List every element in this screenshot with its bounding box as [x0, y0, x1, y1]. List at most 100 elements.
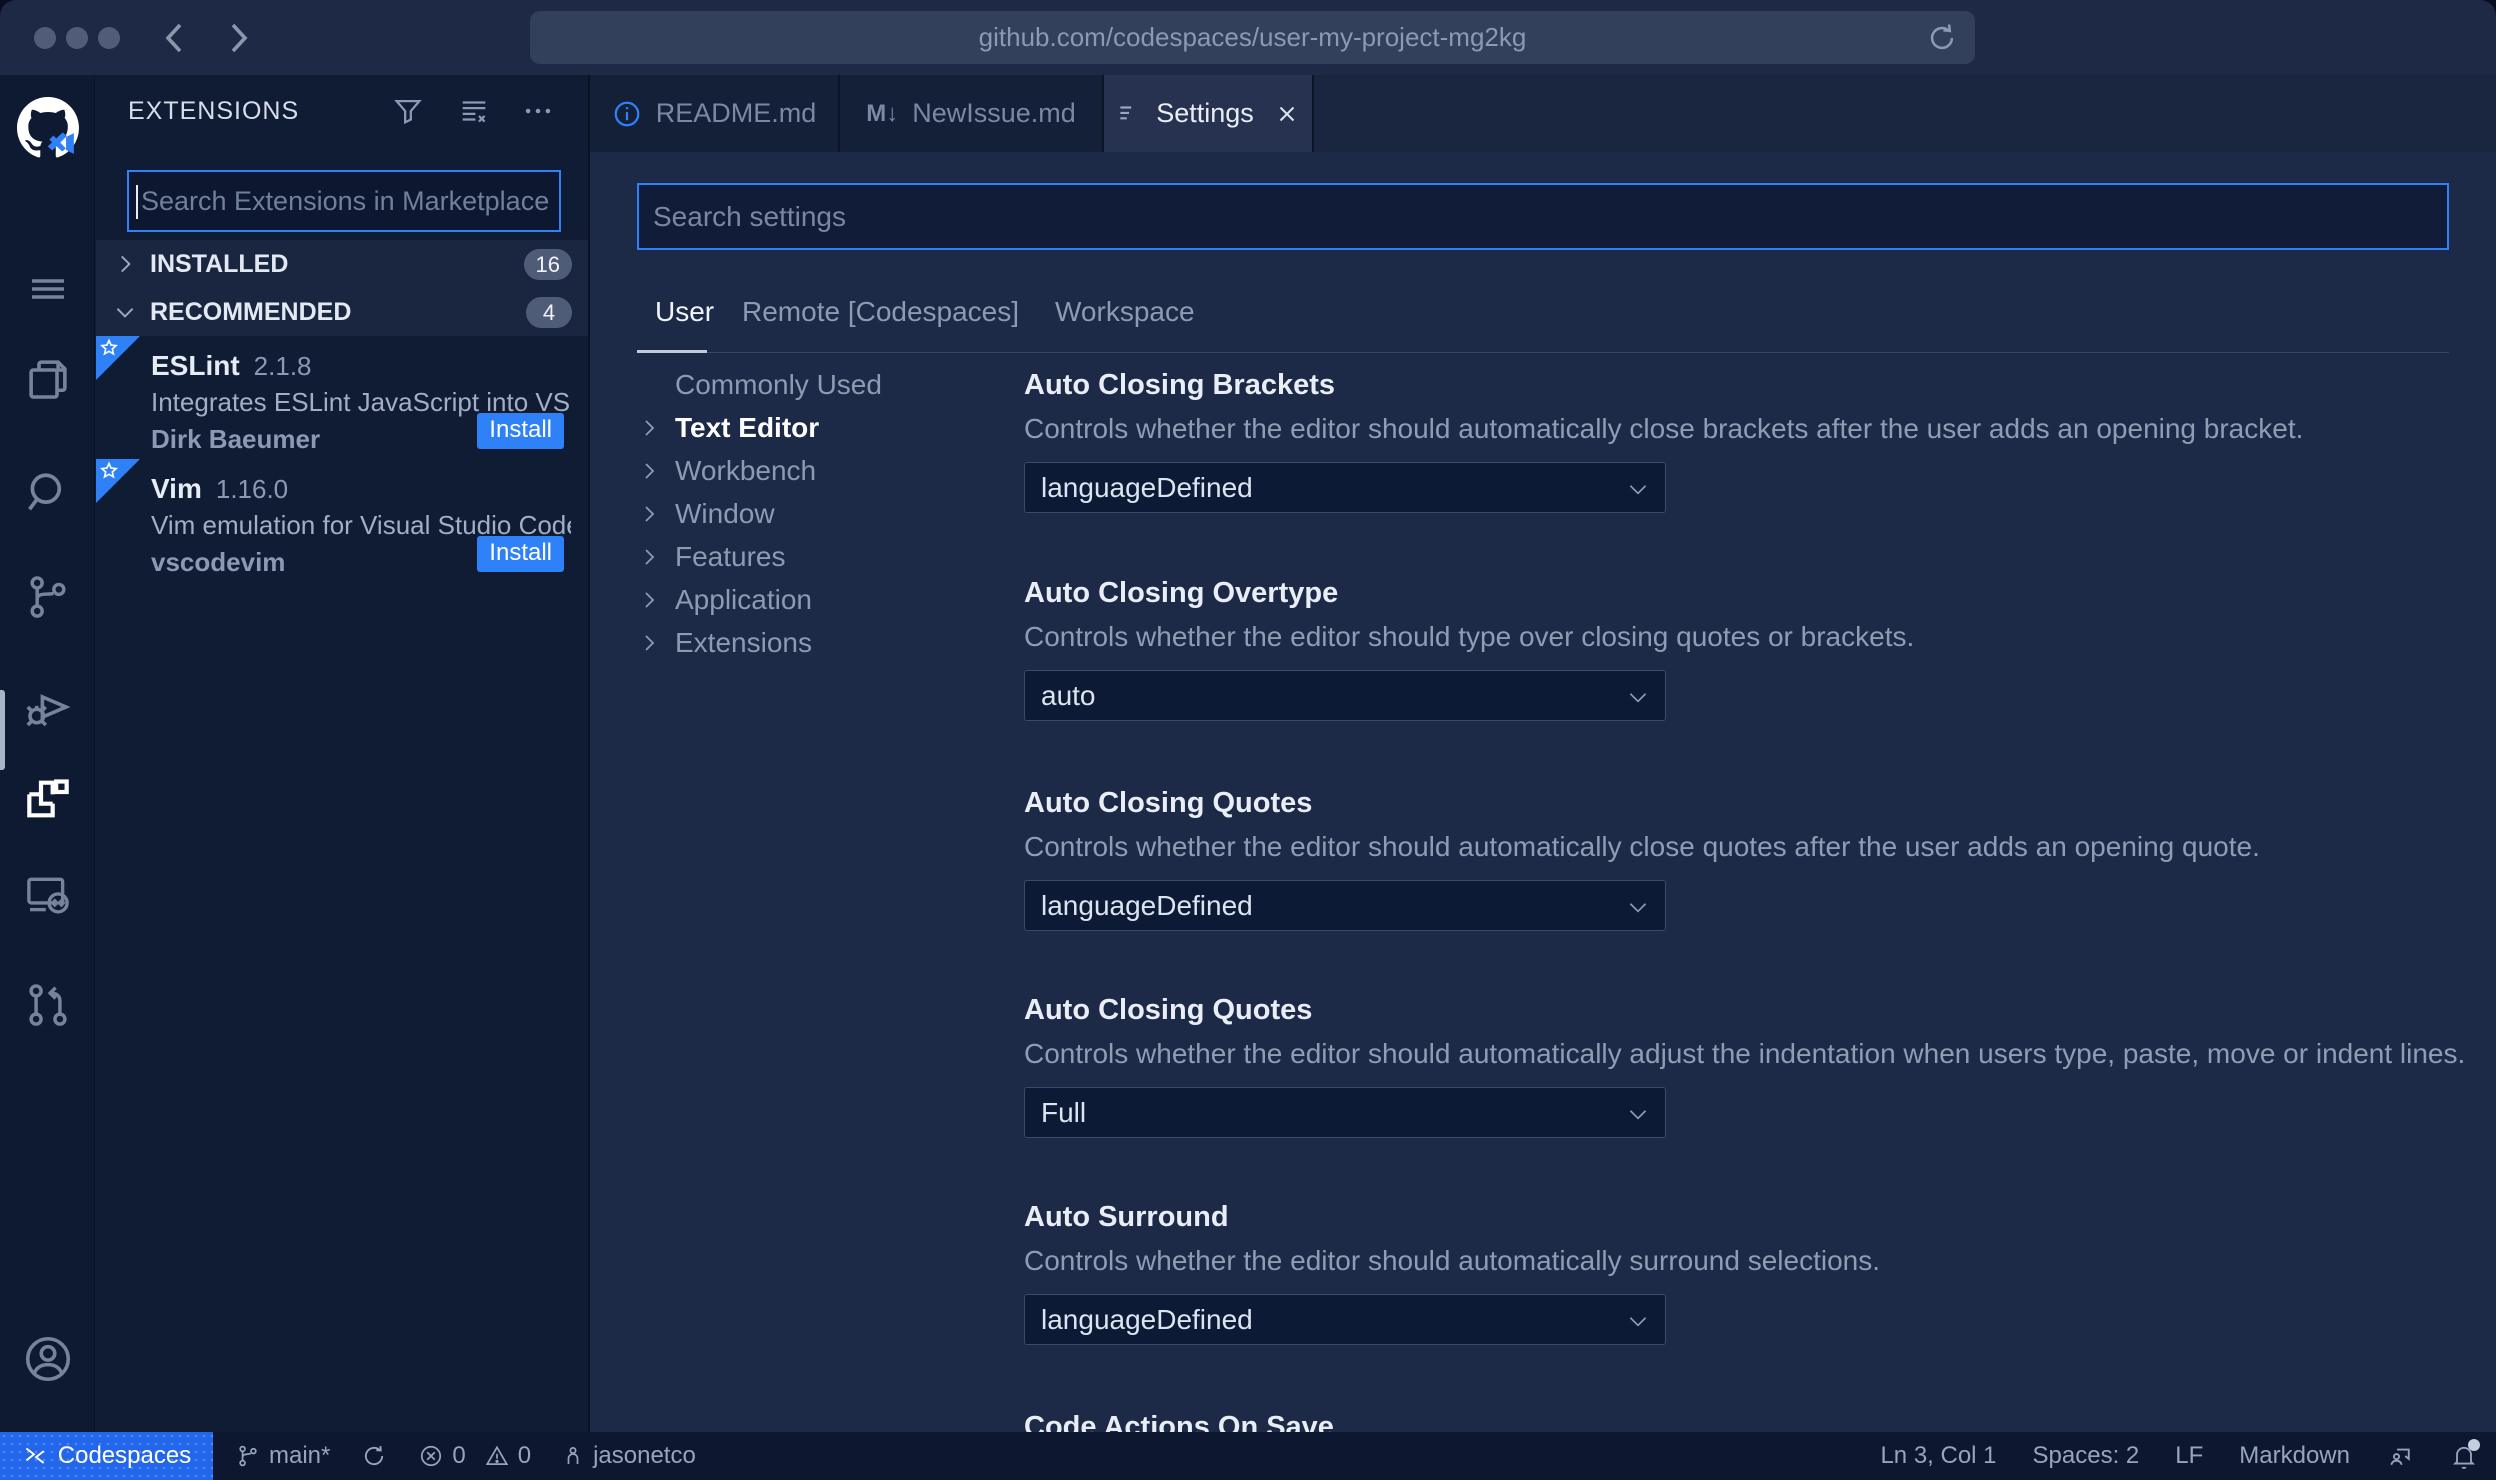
dropdown-value: languageDefined	[1041, 889, 1253, 921]
toc-commonly-used[interactable]: Commonly Used	[637, 363, 1007, 406]
info-icon	[612, 99, 642, 129]
remote-explorer-icon[interactable]	[0, 863, 95, 927]
problems-status[interactable]: 0 0	[418, 1442, 531, 1470]
setting-auto-surround: Auto Surround Controls whether the edito…	[1024, 1200, 2454, 1345]
setting-dropdown[interactable]: languageDefined	[1024, 1294, 1666, 1345]
source-control-icon[interactable]	[0, 565, 95, 629]
setting-description: Controls whether the editor should autom…	[1024, 1245, 1881, 1276]
setting-dropdown[interactable]: languageDefined	[1024, 880, 1666, 931]
chevron-right-icon	[637, 631, 675, 655]
search-icon[interactable]	[0, 461, 95, 525]
toc-text-editor[interactable]: Text Editor	[637, 406, 1007, 449]
branch-status[interactable]: main*	[235, 1442, 330, 1470]
extension-version: 2.1.8	[253, 351, 312, 381]
scope-tab-remote[interactable]: Remote [Codespaces]	[742, 280, 1019, 344]
sync-icon	[365, 1446, 384, 1466]
close-icon[interactable]	[1274, 101, 1300, 127]
cursor-position[interactable]: Ln 3, Col 1	[1880, 1442, 1996, 1470]
pull-request-icon[interactable]	[0, 973, 95, 1037]
notifications-button[interactable]	[2450, 1439, 2480, 1470]
eol-sequence[interactable]: LF	[2175, 1442, 2203, 1470]
forward-chevron-icon[interactable]	[218, 18, 258, 58]
sync-button[interactable]	[360, 1442, 388, 1470]
extensions-search-input[interactable]	[129, 172, 559, 230]
extensions-icon[interactable]	[0, 767, 95, 831]
tab-strip: README.md M↓ NewIssue.md Settings	[590, 75, 2496, 152]
extension-item-vim[interactable]: Vim 1.16.0 Vim emulation for Visual Studi…	[96, 459, 588, 580]
github-codespaces-logo[interactable]	[0, 86, 95, 170]
setting-title: Auto Surround	[1024, 1201, 1229, 1233]
toc-extensions[interactable]: Extensions	[637, 621, 1007, 664]
active-scope-underline	[637, 350, 707, 353]
person-icon	[567, 1447, 579, 1464]
chevron-right-icon	[637, 545, 675, 569]
scope-tab-user[interactable]: User	[655, 280, 714, 344]
section-recommended[interactable]: RECOMMENDED 4	[96, 288, 588, 336]
toc-application[interactable]: Application	[637, 578, 1007, 621]
browser-chrome: github.com/codespaces/user-my-project-mg…	[0, 0, 2496, 75]
setting-description: Controls whether the editor should autom…	[1024, 413, 2304, 444]
extension-item-eslint[interactable]: ESLint 2.1.8 Integrates ESLint JavaScript…	[96, 336, 588, 457]
codespaces-remote-button[interactable]: Codespaces	[0, 1432, 213, 1480]
dropdown-value: Full	[1041, 1096, 1087, 1128]
url-bar[interactable]: github.com/codespaces/user-my-project-mg…	[530, 11, 1975, 64]
tab-label: Settings	[1156, 98, 1254, 128]
reload-icon[interactable]	[1925, 21, 1959, 55]
setting-title: Auto Closing Quotes	[1024, 787, 1313, 819]
dropdown-value: auto	[1041, 679, 1096, 711]
install-button[interactable]: Install	[477, 413, 564, 449]
toc-features[interactable]: Features	[637, 535, 1007, 578]
back-chevron-icon[interactable]	[155, 18, 195, 58]
section-installed[interactable]: INSTALLED 16	[96, 240, 588, 288]
window-zoom-button[interactable]	[98, 27, 120, 49]
activity-bar	[0, 75, 95, 1480]
more-actions-icon[interactable]	[516, 89, 560, 133]
sidebar-title: EXTENSIONS	[128, 97, 300, 125]
error-icon	[421, 1445, 442, 1467]
scope-tab-workspace[interactable]: Workspace	[1055, 280, 1195, 344]
feedback-icon[interactable]	[2386, 1442, 2414, 1470]
filter-icon[interactable]	[386, 89, 430, 133]
clear-list-icon[interactable]	[452, 89, 496, 133]
browser-window: github.com/codespaces/user-my-project-mg…	[0, 0, 2496, 1480]
window-minimize-button[interactable]	[66, 27, 88, 49]
tab-settings[interactable]: Settings	[1104, 75, 1314, 152]
indentation[interactable]: Spaces: 2	[2033, 1442, 2140, 1470]
extension-author: vscodevim	[151, 547, 286, 577]
recommended-ribbon	[96, 336, 140, 380]
tab-readme[interactable]: README.md	[590, 75, 840, 152]
settings-scope-tabs: User Remote [Codespaces] Workspace	[637, 280, 2449, 353]
install-button[interactable]: Install	[477, 536, 564, 572]
setting-description: Controls whether the editor should type …	[1024, 621, 1915, 652]
editor-area: README.md M↓ NewIssue.md Settings User	[590, 75, 2496, 1443]
extension-name: Vim 1.16.0	[151, 473, 289, 504]
settings-search-box[interactable]	[637, 183, 2449, 250]
setting-description: Controls whether the editor should autom…	[1024, 831, 2260, 862]
account-icon[interactable]	[0, 1327, 95, 1391]
setting-title: Auto Closing Quotes	[1024, 994, 1313, 1026]
setting-auto-closing-quotes: Auto Closing Quotes Controls whether the…	[1024, 786, 2454, 931]
language-mode[interactable]: Markdown	[2239, 1442, 2350, 1470]
dropdown-value: languageDefined	[1041, 471, 1253, 503]
setting-title: Auto Closing Brackets	[1024, 369, 1335, 401]
tab-newissue[interactable]: M↓ NewIssue.md	[840, 75, 1104, 152]
setting-dropdown[interactable]: Full	[1024, 1087, 1666, 1138]
error-count: 0	[452, 1442, 466, 1469]
settings-toc: Commonly Used Text Editor Workbench Wind…	[637, 363, 1007, 664]
settings-search-input[interactable]	[639, 185, 2447, 248]
branch-name: main*	[269, 1442, 331, 1469]
warning-icon	[485, 1445, 508, 1465]
setting-auto-indent: Auto Closing Quotes Controls whether the…	[1024, 993, 2465, 1138]
recommended-count-badge: 4	[526, 297, 572, 328]
user-status[interactable]: jasonetco	[561, 1442, 696, 1470]
toc-window[interactable]: Window	[637, 492, 1007, 535]
run-debug-icon[interactable]	[0, 675, 95, 739]
extensions-search-box[interactable]	[127, 170, 561, 232]
setting-dropdown[interactable]: languageDefined	[1024, 462, 1666, 513]
toc-workbench[interactable]: Workbench	[637, 449, 1007, 492]
window-close-button[interactable]	[34, 27, 56, 49]
url-text: github.com/codespaces/user-my-project-mg…	[978, 22, 1527, 52]
setting-dropdown[interactable]: auto	[1024, 670, 1666, 721]
explorer-icon[interactable]	[0, 347, 95, 411]
menu-icon[interactable]	[0, 257, 95, 321]
